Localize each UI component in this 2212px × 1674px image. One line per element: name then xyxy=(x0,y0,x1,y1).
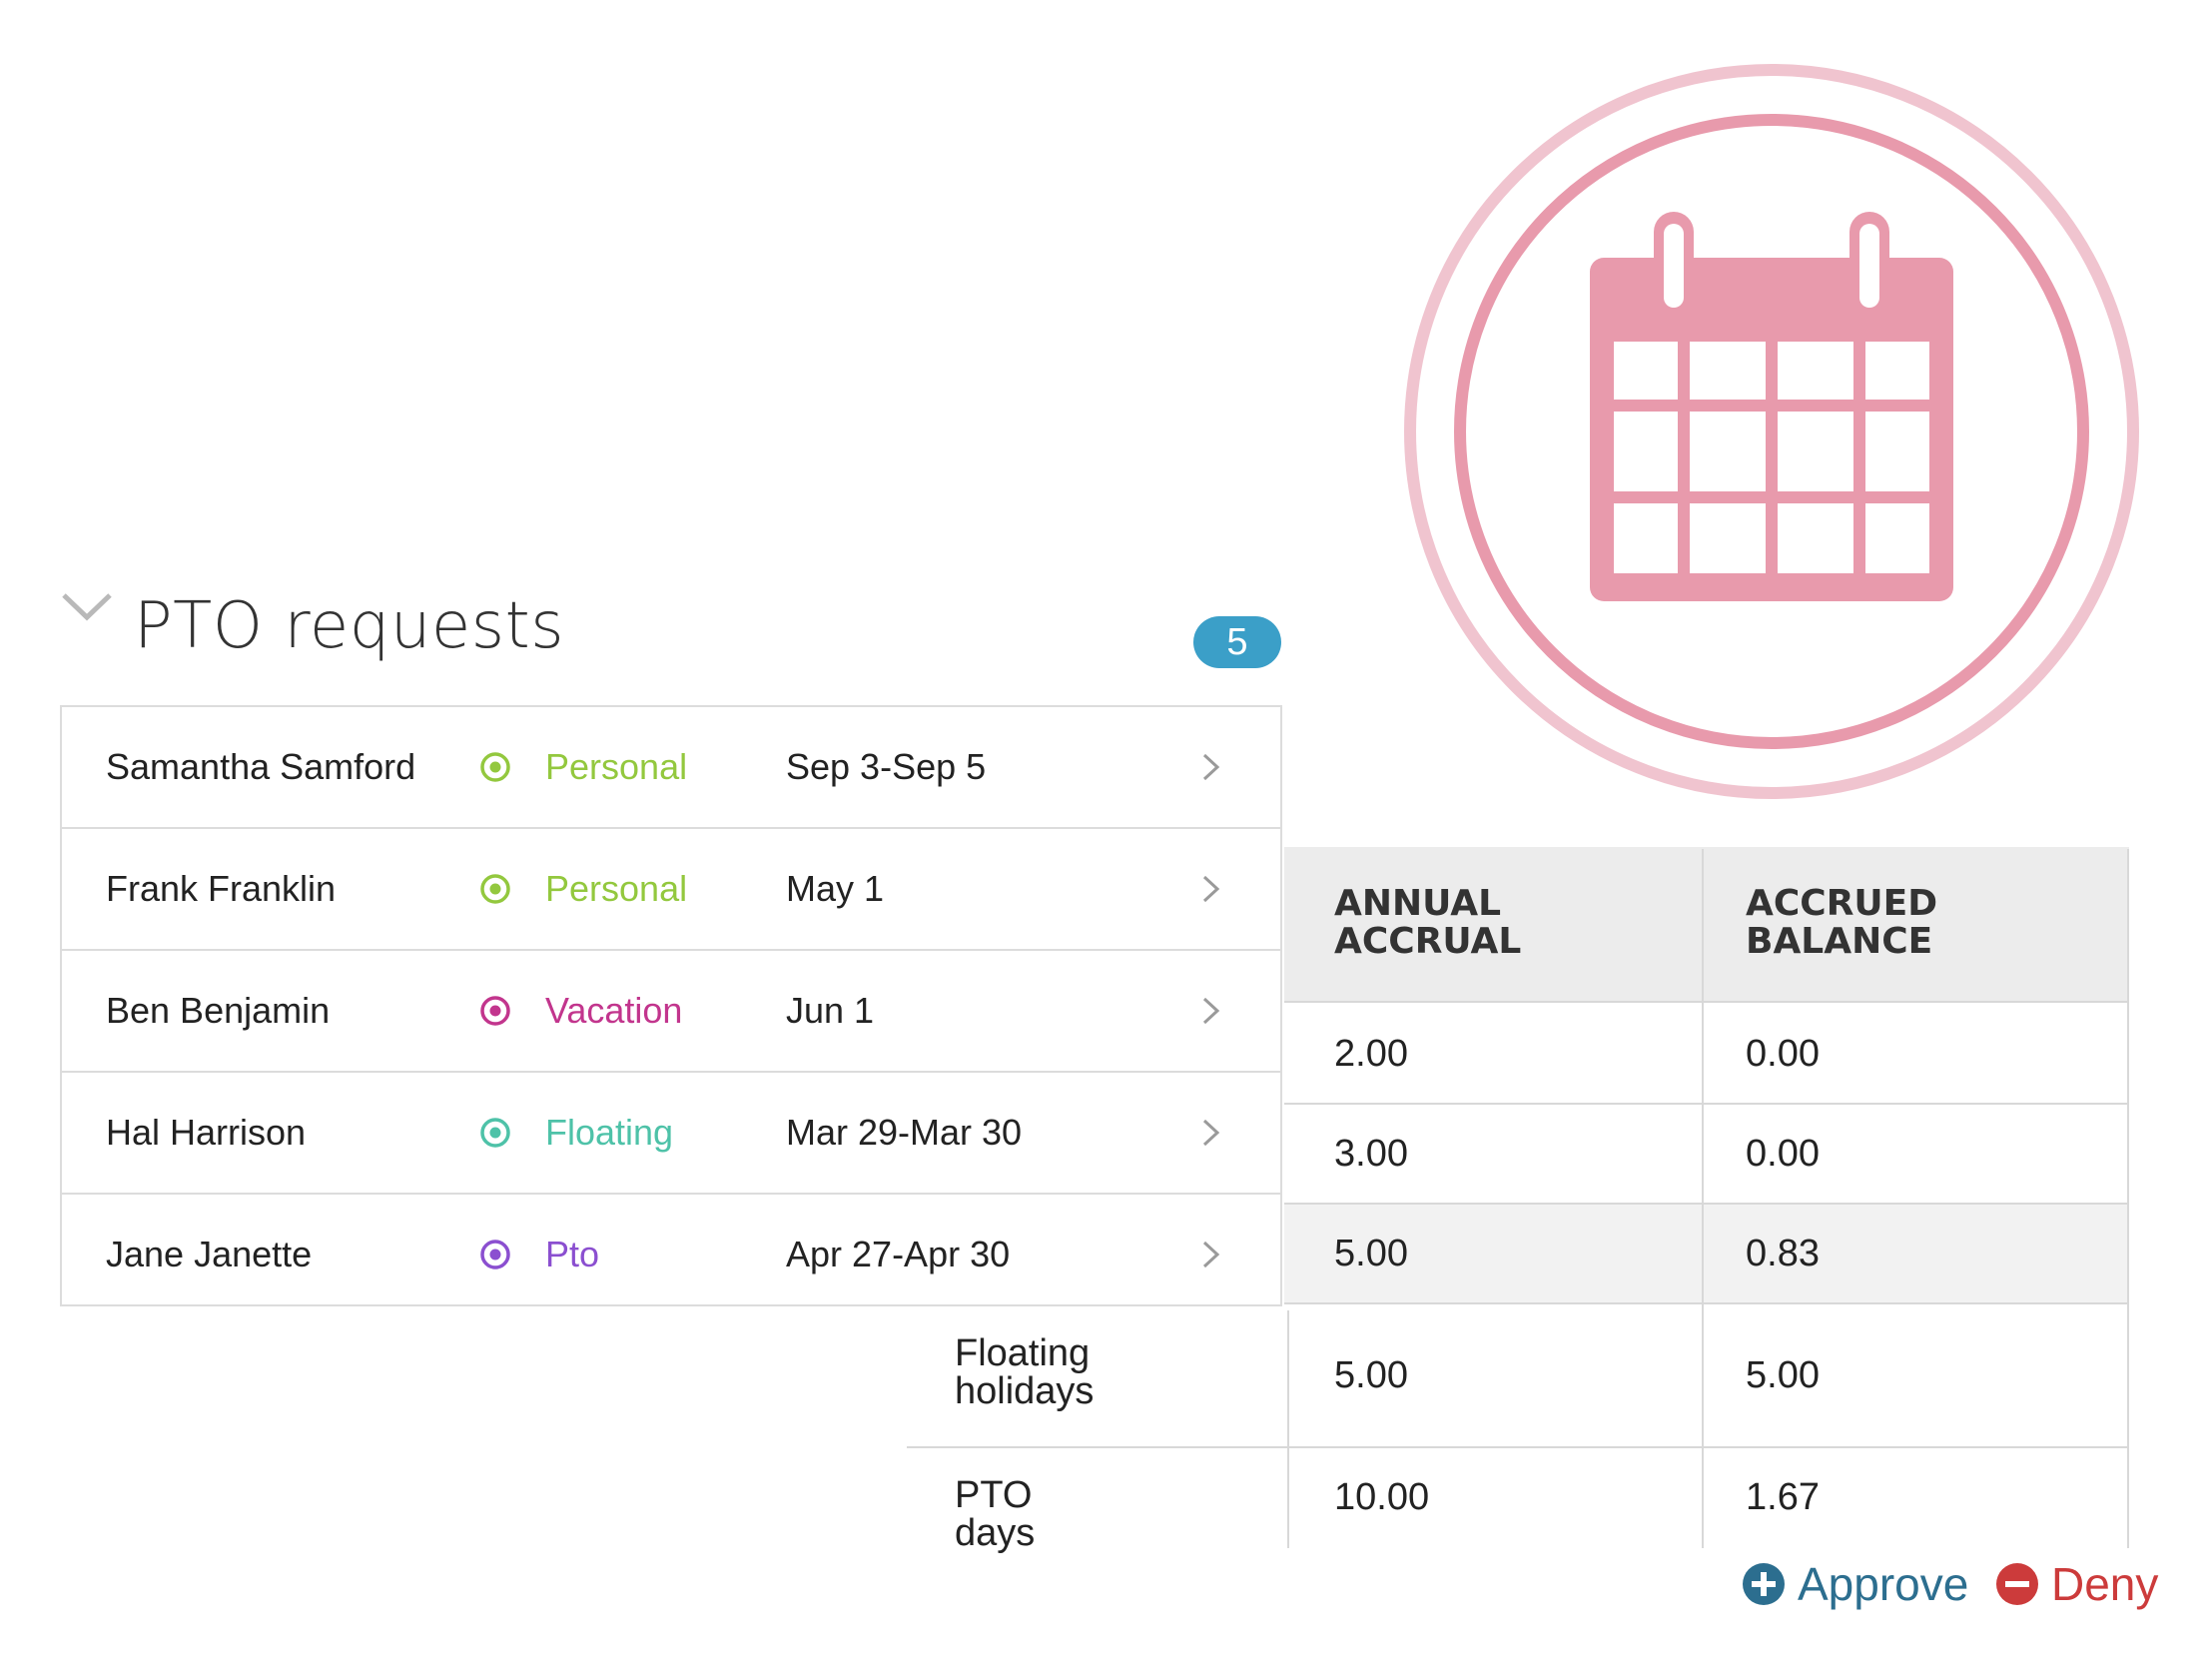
approve-label: Approve xyxy=(1798,1558,1969,1610)
accrued-balance-value: 5.00 xyxy=(1746,1354,1820,1396)
label-line: Floating xyxy=(955,1332,1091,1374)
annual-accrual-value: 5.00 xyxy=(1334,1233,1408,1274)
request-dates: May 1 xyxy=(786,868,885,909)
page-title: PTO requests xyxy=(134,589,565,663)
annual-accrual-value: 5.00 xyxy=(1334,1354,1408,1396)
calendar-emblem xyxy=(1402,62,2141,801)
annual-accrual-value: 10.00 xyxy=(1334,1476,1430,1518)
target-icon xyxy=(480,996,510,1026)
request-row[interactable]: Ben Benjamin Vacation Jun 1 xyxy=(62,951,1280,1073)
target-icon xyxy=(480,1118,510,1148)
request-type: Pto xyxy=(545,1234,600,1274)
request-type: Personal xyxy=(545,868,688,909)
request-dates: Mar 29-Mar 30 xyxy=(786,1112,1023,1153)
accrual-row-label: PTO days xyxy=(955,1476,1035,1552)
pto-request-list: Samantha Samford Personal Sep 3-Sep 5 Frank… xyxy=(60,705,1282,1306)
chevron-right-icon[interactable] xyxy=(1200,995,1222,1027)
annual-accrual-value: 3.00 xyxy=(1334,1133,1408,1175)
request-type: Vacation xyxy=(545,990,683,1031)
chevron-right-icon[interactable] xyxy=(1200,1117,1222,1149)
label-line: PTO days xyxy=(955,1474,1036,1554)
request-dates: Sep 3-Sep 5 xyxy=(786,746,987,787)
employee-name: Hal Harrison xyxy=(106,1112,307,1153)
chevron-right-icon[interactable] xyxy=(1200,1239,1222,1270)
accrual-row: 10.00 1.67 xyxy=(1284,1448,2129,1548)
request-type: Floating xyxy=(545,1112,674,1153)
table-edge xyxy=(2127,849,2129,1548)
column-divider xyxy=(1702,849,1704,1548)
request-dates: Jun 1 xyxy=(786,990,875,1031)
employee-name: Jane Janette xyxy=(106,1234,313,1274)
accrued-balance-value: 1.67 xyxy=(1746,1476,1820,1518)
accrual-row-label: Floating holidays xyxy=(955,1334,1094,1410)
accrued-balance-value: 0.83 xyxy=(1746,1233,1820,1274)
annual-accrual-header: ANNUAL ACCRUAL xyxy=(1334,885,1634,961)
request-type: Personal xyxy=(545,746,688,787)
header-line: ACCRUAL xyxy=(1334,921,1522,962)
calendar-icon xyxy=(1404,64,2139,799)
header-line: BALANCE xyxy=(1746,921,1933,962)
header-line: ACCRUED xyxy=(1746,883,1938,924)
plus-circle-icon xyxy=(1743,1563,1785,1605)
request-dates: Apr 27-Apr 30 xyxy=(786,1234,1011,1274)
accrued-balance-value: 0.00 xyxy=(1746,1033,1820,1075)
label-column-divider xyxy=(1287,1310,1289,1548)
employee-name: Samantha Samford xyxy=(106,746,416,787)
chevron-right-icon[interactable] xyxy=(1200,751,1222,783)
accrual-row: 3.00 0.00 xyxy=(1284,1105,2129,1205)
chevron-right-icon[interactable] xyxy=(1200,873,1222,905)
request-row[interactable]: Jane Janette Pto Apr 27-Apr 30 xyxy=(62,1195,1280,1314)
annual-accrual-value: 2.00 xyxy=(1334,1033,1408,1075)
request-row[interactable]: Samantha Samford Personal Sep 3-Sep 5 xyxy=(62,707,1280,829)
employee-name: Frank Franklin xyxy=(106,868,337,909)
target-icon xyxy=(480,752,510,782)
accrued-balance-value: 0.00 xyxy=(1746,1133,1820,1175)
accrual-row: 5.00 5.00 xyxy=(1284,1304,2129,1448)
employee-name: Ben Benjamin xyxy=(106,990,331,1031)
label-line: holidays xyxy=(955,1370,1095,1412)
accrual-row: 2.00 0.00 xyxy=(1284,1005,2129,1105)
approve-button[interactable]: Approve xyxy=(1742,1556,1968,1612)
deny-label: Deny xyxy=(2051,1558,2159,1610)
header-line: ANNUAL xyxy=(1334,883,1502,924)
request-row[interactable]: Hal Harrison Floating Mar 29-Mar 30 xyxy=(62,1073,1280,1195)
accrual-row: 5.00 0.83 xyxy=(1284,1205,2129,1304)
chevron-down-icon xyxy=(62,593,112,621)
request-row[interactable]: Frank Franklin Personal May 1 xyxy=(62,829,1280,951)
label-row-divider xyxy=(907,1446,1286,1448)
minus-circle-icon xyxy=(1996,1563,2038,1605)
deny-button[interactable]: Deny xyxy=(1995,1556,2158,1612)
target-icon xyxy=(480,1240,510,1269)
collapse-toggle[interactable] xyxy=(60,587,114,627)
request-count-badge: 5 xyxy=(1193,616,1281,668)
accrual-table-header: ANNUAL ACCRUAL ACCRUED BALANCE xyxy=(1284,847,2129,1003)
target-icon xyxy=(480,874,510,904)
accrued-balance-header: ACCRUED BALANCE xyxy=(1746,885,2045,961)
